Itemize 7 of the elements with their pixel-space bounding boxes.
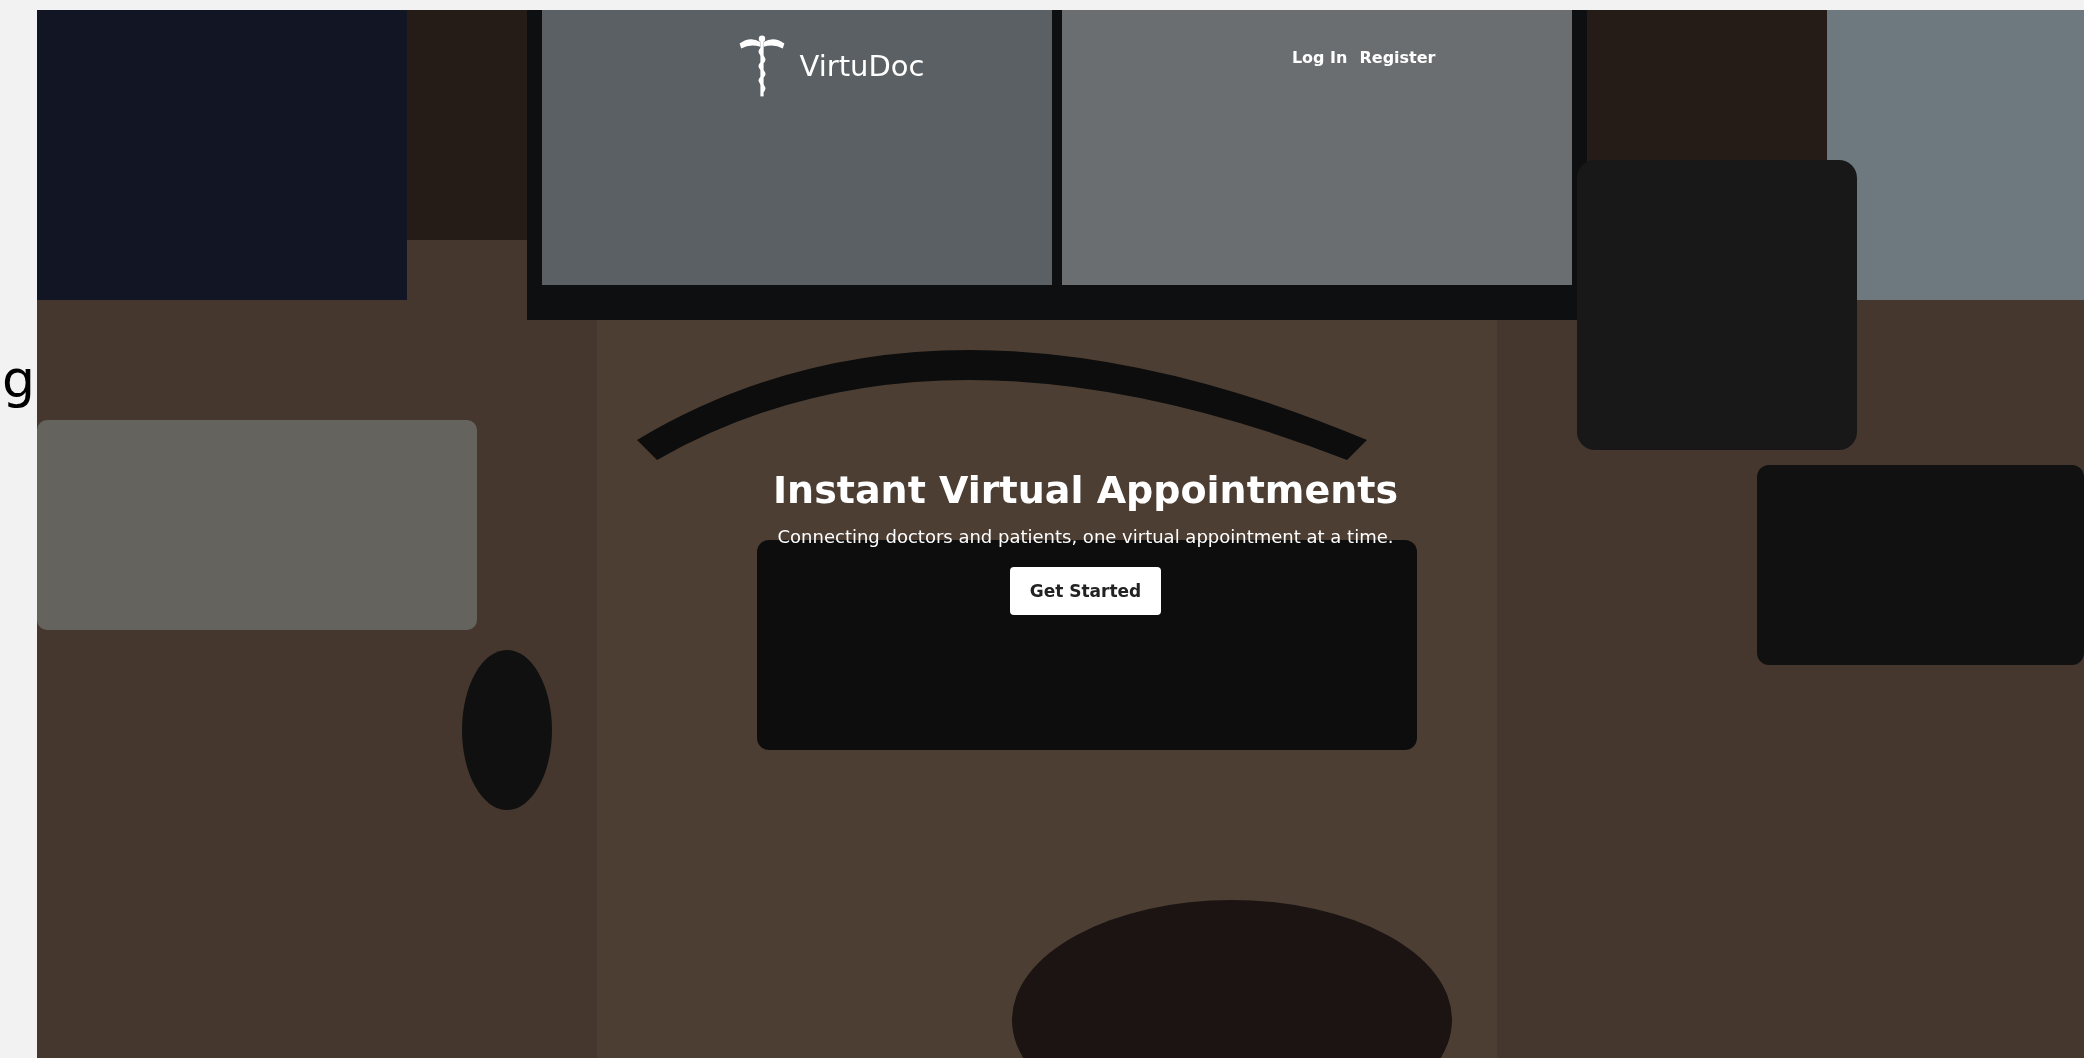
nav-link[interactable]: Log In: [1291, 48, 1348, 67]
hero-title: Instant Virtual Appointments: [772, 468, 1399, 512]
nav-link[interactable]: Register: [1359, 48, 1436, 67]
get-started-button[interactable]: Get Started: [1009, 567, 1162, 615]
heading-text: g: [2, 347, 35, 411]
brand-name[interactable]: VirtuDoc: [799, 49, 925, 83]
hero-subtitle: Connecting doctors and patients, one virtual appointment at a time.: [777, 526, 1394, 547]
